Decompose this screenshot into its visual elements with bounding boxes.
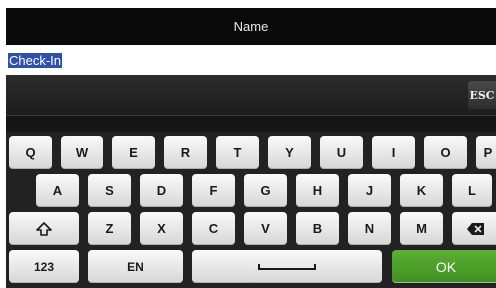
key-g[interactable]: G [244, 174, 287, 207]
key-k[interactable]: K [400, 174, 443, 207]
key-l[interactable]: L [452, 174, 492, 207]
key-f[interactable]: F [192, 174, 235, 207]
key-h[interactable]: H [296, 174, 339, 207]
key-q[interactable]: Q [9, 136, 52, 169]
space-icon [258, 263, 316, 270]
key-y[interactable]: Y [268, 136, 311, 169]
key-t[interactable]: T [216, 136, 259, 169]
shift-icon [36, 221, 52, 236]
key-d[interactable]: D [140, 174, 183, 207]
key-n[interactable]: N [348, 212, 391, 245]
key-b[interactable]: B [296, 212, 339, 245]
device-screen: Name Check-In ESC Q W E R T Y U I O P A … [6, 8, 496, 288]
numbers-key[interactable]: 123 [9, 250, 79, 283]
key-i[interactable]: I [372, 136, 415, 169]
key-x[interactable]: X [140, 212, 183, 245]
key-c[interactable]: C [192, 212, 235, 245]
backspace-icon [467, 222, 484, 235]
page-title: Name [233, 19, 269, 34]
on-screen-keyboard: Q W E R T Y U I O P A S D F G H J K L Z … [6, 132, 496, 288]
backspace-key[interactable] [452, 212, 496, 245]
language-key[interactable]: EN [88, 250, 183, 283]
keyboard-divider [6, 116, 496, 132]
name-input[interactable]: Check-In [6, 45, 496, 75]
shift-key[interactable] [9, 212, 79, 245]
key-w[interactable]: W [61, 136, 103, 169]
title-bar: Name [6, 8, 496, 45]
key-u[interactable]: U [320, 136, 363, 169]
key-z[interactable]: Z [88, 212, 131, 245]
input-value: Check-In [8, 52, 63, 68]
key-o[interactable]: O [424, 136, 467, 169]
ok-button[interactable]: OK [392, 250, 496, 283]
key-p[interactable]: P [476, 136, 496, 169]
key-s[interactable]: S [88, 174, 131, 207]
esc-button[interactable]: ESC [468, 81, 496, 109]
key-e[interactable]: E [112, 136, 155, 169]
key-r[interactable]: R [164, 136, 207, 169]
key-m[interactable]: M [400, 212, 443, 245]
space-key[interactable] [192, 250, 382, 283]
candidate-bar: ESC [6, 75, 496, 116]
key-a[interactable]: A [36, 174, 79, 207]
key-v[interactable]: V [244, 212, 287, 245]
key-j[interactable]: J [348, 174, 391, 207]
